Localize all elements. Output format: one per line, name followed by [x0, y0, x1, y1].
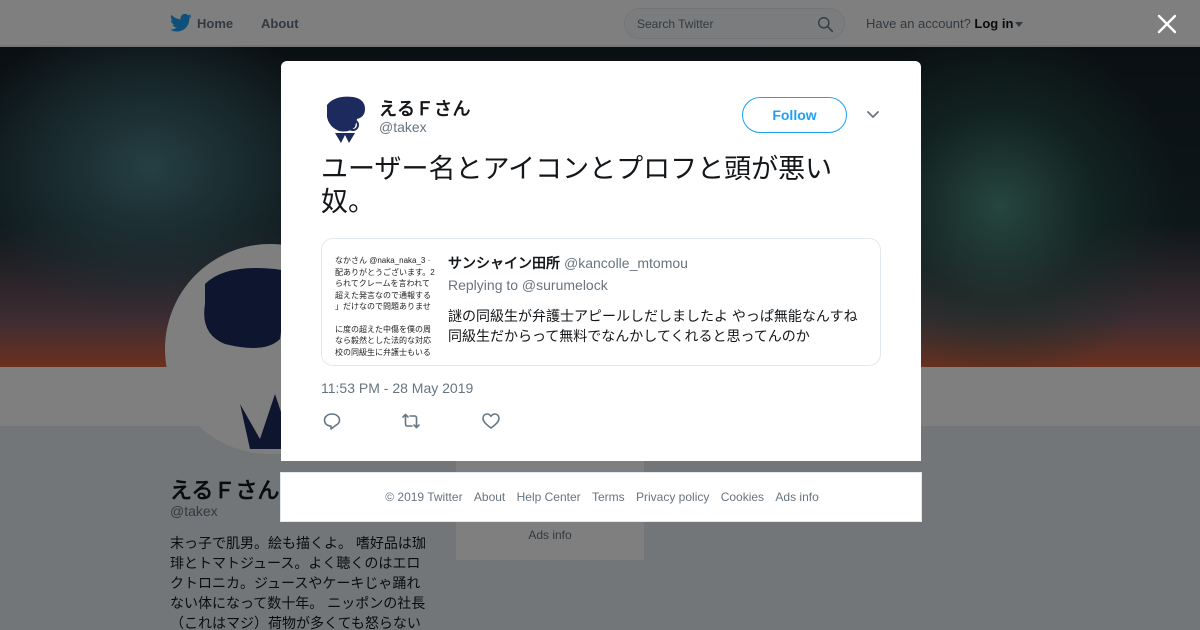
- thumb-line: なかさん @naka_naka_3 ·: [335, 256, 431, 265]
- thumb-line: なら毅然とした法的な対応: [335, 336, 431, 345]
- footer-about-link[interactable]: About: [474, 490, 505, 504]
- footer-ads-link[interactable]: Ads info: [775, 490, 818, 504]
- thumb-line: 超えた発言なので通報する: [335, 290, 431, 300]
- follow-button[interactable]: Follow: [742, 97, 847, 133]
- tweet-author-name[interactable]: えるＦさん: [379, 95, 471, 121]
- footer-help-link[interactable]: Help Center: [517, 490, 581, 504]
- footer-privacy-link[interactable]: Privacy policy: [636, 490, 709, 504]
- modal-footer: © 2019 Twitter About Help Center Terms P…: [280, 472, 922, 522]
- tweet-author-handle[interactable]: @takex: [379, 119, 427, 135]
- thumb-line: 配ありがとうございます。2: [335, 267, 435, 277]
- author-avatar[interactable]: [321, 93, 371, 143]
- tweet-timestamp[interactable]: 11:53 PM - 28 May 2019: [321, 380, 473, 396]
- chevron-down-icon[interactable]: [866, 110, 880, 120]
- quote-body-line: 同級生だからって無料でなんかしてくれると思ってんのか: [448, 328, 810, 344]
- quote-replying-to: Replying to @surumelock: [448, 277, 608, 293]
- reply-icon[interactable]: [322, 411, 342, 431]
- quote-body-line: 謎の同級生が弁護士アピールしだしましたよ やっぱ無能なんすね: [448, 308, 858, 324]
- thumb-line: 校の同級生に弁護士もいる: [335, 347, 431, 357]
- quote-author-handle: @kancolle_mtomou: [564, 255, 688, 271]
- quote-body: 謎の同級生が弁護士アピールしだしましたよ やっぱ無能なんすね 同級生だからって無…: [448, 306, 868, 346]
- footer-terms-link[interactable]: Terms: [592, 490, 625, 504]
- tweet-text: ユーザー名とアイコンとプロフと頭が悪い奴。: [321, 154, 833, 217]
- thumb-line: に度の超えた中傷を僕の周: [335, 324, 431, 334]
- footer-links: © 2019 Twitter About Help Center Terms P…: [281, 490, 923, 504]
- quote-thumbnail-image: なかさん @naka_naka_3 · 配ありがとうございます。2 られてクレー…: [322, 239, 438, 365]
- quote-author: サンシャイン田所 @kancolle_mtomou: [448, 253, 688, 273]
- quoted-tweet[interactable]: なかさん @naka_naka_3 · 配ありがとうございます。2 られてクレー…: [321, 238, 881, 366]
- thumb-line: られてクレームを言われて: [335, 279, 430, 288]
- tweet-modal: えるＦさん @takex Follow ユーザー名とアイコンとプロフと頭が悪い奴…: [281, 61, 921, 461]
- heart-icon[interactable]: [481, 411, 501, 431]
- close-icon[interactable]: [1156, 13, 1178, 35]
- thumb-line: 」だけなので問題ありませ: [335, 302, 431, 311]
- footer-cookies-link[interactable]: Cookies: [721, 490, 764, 504]
- quote-author-name: サンシャイン田所: [448, 255, 560, 271]
- footer-copyright: © 2019 Twitter: [385, 490, 463, 504]
- retweet-icon[interactable]: [401, 411, 421, 431]
